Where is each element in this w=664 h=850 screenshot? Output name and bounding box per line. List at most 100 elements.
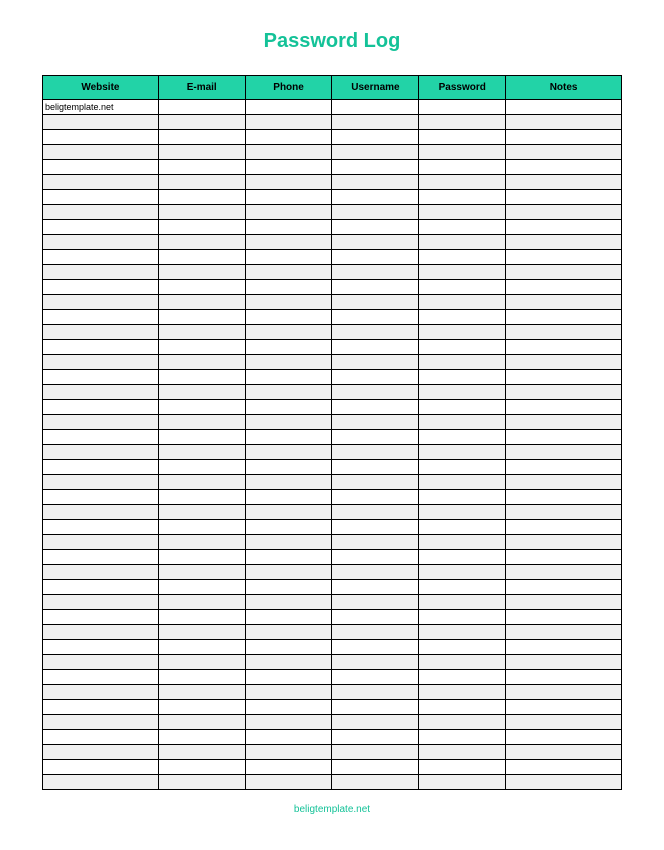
- cell-phone: [245, 160, 332, 175]
- cell-email: [158, 490, 245, 505]
- cell-email: [158, 205, 245, 220]
- table-row: [43, 295, 622, 310]
- cell-email: [158, 730, 245, 745]
- cell-website: [43, 430, 159, 445]
- cell-password: [419, 595, 506, 610]
- cell-website: [43, 535, 159, 550]
- table-row: [43, 490, 622, 505]
- cell-password: [419, 730, 506, 745]
- cell-email: [158, 220, 245, 235]
- table-row: [43, 235, 622, 250]
- cell-website: [43, 340, 159, 355]
- cell-username: [332, 580, 419, 595]
- cell-username: [332, 325, 419, 340]
- table-row: [43, 385, 622, 400]
- cell-password: [419, 655, 506, 670]
- cell-password: [419, 475, 506, 490]
- cell-username: [332, 505, 419, 520]
- cell-notes: [506, 115, 622, 130]
- cell-username: [332, 475, 419, 490]
- cell-website: [43, 265, 159, 280]
- cell-notes: [506, 235, 622, 250]
- cell-email: [158, 715, 245, 730]
- cell-password: [419, 445, 506, 460]
- cell-password: [419, 760, 506, 775]
- cell-email: [158, 280, 245, 295]
- cell-password: [419, 415, 506, 430]
- cell-email: [158, 160, 245, 175]
- column-header-username: Username: [332, 76, 419, 100]
- cell-notes: [506, 250, 622, 265]
- table-row: [43, 505, 622, 520]
- cell-website: [43, 505, 159, 520]
- cell-website: [43, 640, 159, 655]
- cell-notes: [506, 520, 622, 535]
- cell-phone: [245, 145, 332, 160]
- cell-username: [332, 295, 419, 310]
- cell-website: [43, 325, 159, 340]
- cell-notes: [506, 760, 622, 775]
- cell-email: [158, 760, 245, 775]
- cell-website: [43, 655, 159, 670]
- cell-username: [332, 520, 419, 535]
- cell-username: [332, 115, 419, 130]
- cell-username: [332, 535, 419, 550]
- cell-username: [332, 625, 419, 640]
- cell-notes: [506, 610, 622, 625]
- cell-username: [332, 100, 419, 115]
- table-row: [43, 340, 622, 355]
- cell-email: [158, 595, 245, 610]
- cell-password: [419, 160, 506, 175]
- table-row: [43, 625, 622, 640]
- cell-username: [332, 175, 419, 190]
- cell-email: [158, 655, 245, 670]
- cell-notes: [506, 505, 622, 520]
- table-row: [43, 265, 622, 280]
- cell-website: [43, 490, 159, 505]
- cell-username: [332, 280, 419, 295]
- table-row: [43, 220, 622, 235]
- cell-password: [419, 205, 506, 220]
- cell-notes: [506, 565, 622, 580]
- cell-website: [43, 370, 159, 385]
- table-row: [43, 655, 622, 670]
- cell-notes: [506, 190, 622, 205]
- password-log-table: Website E-mail Phone Username Password N…: [42, 75, 622, 790]
- cell-email: [158, 295, 245, 310]
- cell-phone: [245, 580, 332, 595]
- table-row: [43, 205, 622, 220]
- cell-password: [419, 580, 506, 595]
- cell-password: [419, 715, 506, 730]
- cell-notes: [506, 160, 622, 175]
- cell-password: [419, 355, 506, 370]
- cell-email: [158, 265, 245, 280]
- table-row: [43, 670, 622, 685]
- cell-website: [43, 115, 159, 130]
- cell-notes: [506, 625, 622, 640]
- cell-password: [419, 745, 506, 760]
- cell-password: [419, 400, 506, 415]
- cell-phone: [245, 235, 332, 250]
- table-row: [43, 430, 622, 445]
- cell-email: [158, 700, 245, 715]
- cell-phone: [245, 445, 332, 460]
- cell-email: [158, 385, 245, 400]
- table-row: [43, 115, 622, 130]
- table-row: [43, 160, 622, 175]
- cell-username: [332, 745, 419, 760]
- cell-website: [43, 385, 159, 400]
- cell-email: [158, 115, 245, 130]
- cell-notes: [506, 445, 622, 460]
- cell-username: [332, 700, 419, 715]
- cell-email: [158, 475, 245, 490]
- cell-password: [419, 220, 506, 235]
- cell-username: [332, 655, 419, 670]
- cell-username: [332, 160, 419, 175]
- cell-notes: [506, 685, 622, 700]
- cell-username: [332, 370, 419, 385]
- cell-phone: [245, 520, 332, 535]
- cell-website: [43, 205, 159, 220]
- cell-email: [158, 325, 245, 340]
- cell-notes: [506, 670, 622, 685]
- cell-website: [43, 760, 159, 775]
